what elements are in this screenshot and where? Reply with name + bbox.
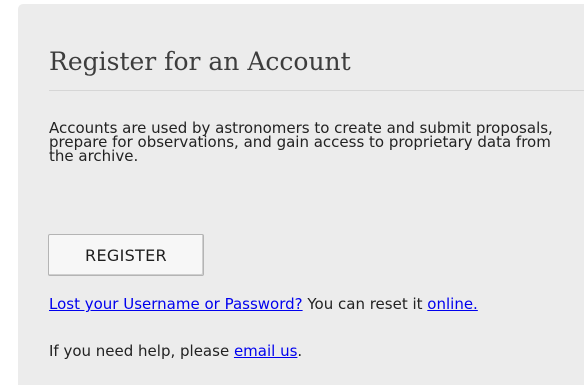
help-prefix: If you need help, please [49, 342, 234, 360]
title-divider [49, 90, 584, 91]
email-us-link[interactable]: email us [234, 342, 297, 360]
lost-credentials-text: Lost your Username or Password? You can … [49, 295, 569, 313]
help-suffix: . [297, 342, 303, 360]
register-button[interactable]: REGISTER [48, 234, 204, 276]
reset-text: You can reset it [302, 295, 428, 313]
reset-online-link[interactable]: online. [427, 295, 478, 313]
lost-username-password-link[interactable]: Lost your Username or Password? [49, 295, 303, 313]
register-description: Accounts are used by astronomers to crea… [49, 119, 553, 165]
register-panel: Register for an Account Accounts are use… [18, 4, 584, 385]
panel-title: Register for an Account [49, 47, 351, 76]
help-text: If you need help, please email us. [49, 343, 569, 359]
